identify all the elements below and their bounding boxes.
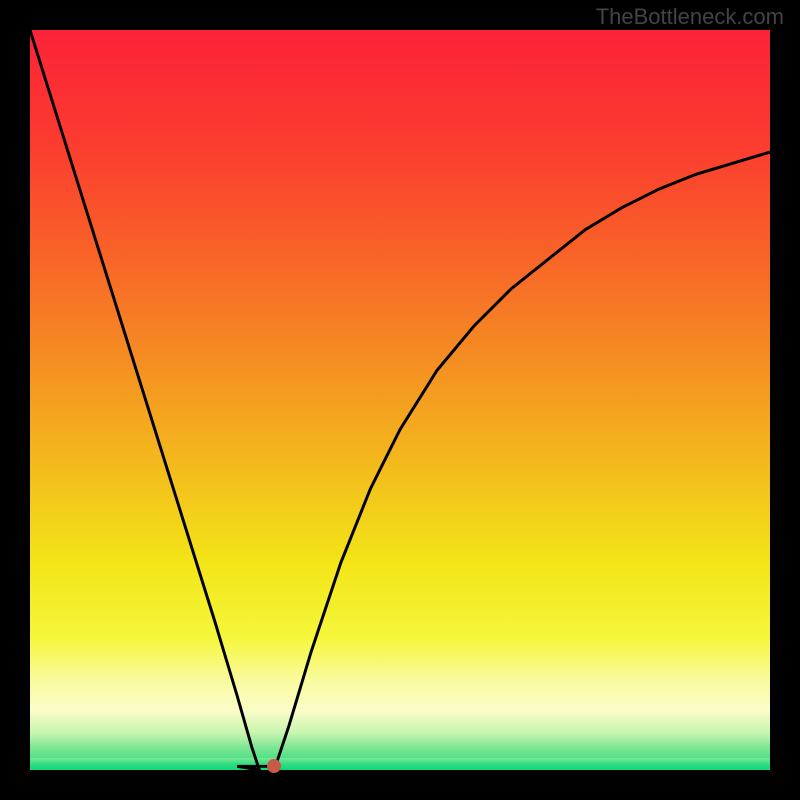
curve-line [30,30,770,770]
plot-area [30,30,770,770]
vertex-marker [267,759,281,773]
watermark-text: TheBottleneck.com [596,4,784,30]
